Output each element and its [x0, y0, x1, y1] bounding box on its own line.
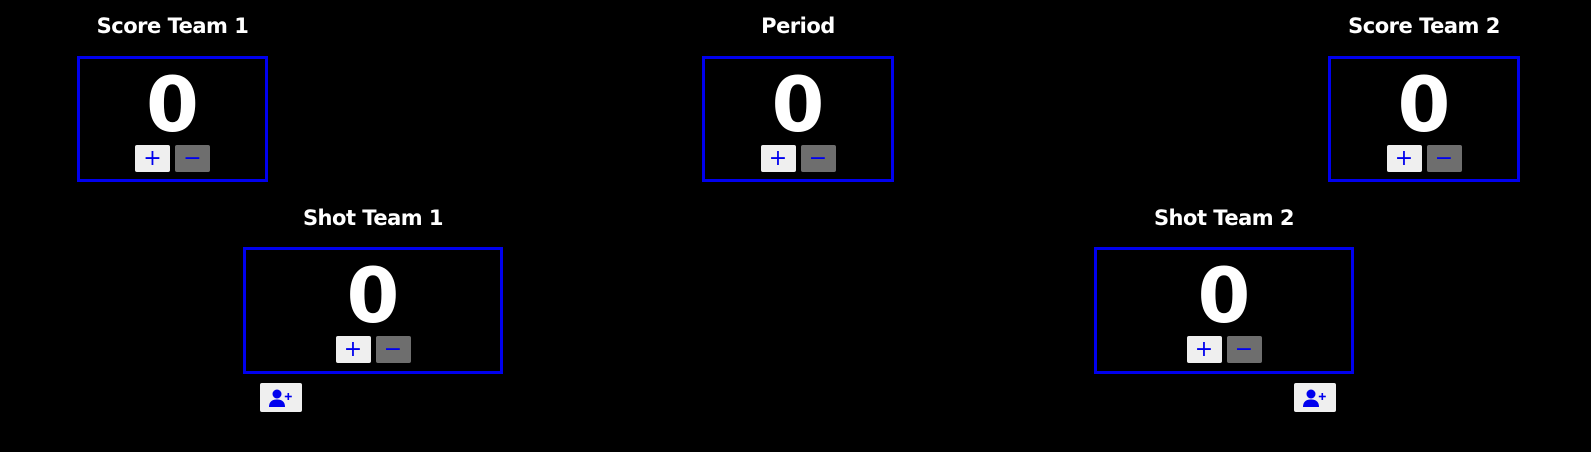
score-team-1-decrement-button[interactable]: −: [175, 145, 210, 172]
shot-team-2-value: 0: [1197, 251, 1251, 340]
shot-team-1-counter: 0 + −: [243, 247, 503, 374]
period-title: Period: [761, 14, 835, 38]
shot-team-2-add-player-button[interactable]: [1294, 383, 1336, 412]
shot-team-2-decrement-button[interactable]: −: [1226, 336, 1262, 363]
shot-team-1-buttons: + −: [246, 336, 500, 363]
score-team-1-buttons: + −: [80, 145, 265, 172]
user-plus-icon: [1303, 389, 1326, 407]
score-team-2-panel: Score Team 2 0 + −: [1328, 14, 1520, 184]
period-panel: Period 0 + −: [702, 14, 894, 184]
shot-team-2-counter: 0 + −: [1094, 247, 1354, 374]
score-team-2-decrement-button[interactable]: −: [1426, 145, 1462, 172]
score-team-1-title: Score Team 1: [96, 14, 249, 38]
shot-team-1-add-player-button[interactable]: [260, 383, 302, 412]
period-buttons: + −: [705, 145, 891, 172]
period-value: 0: [771, 60, 825, 149]
score-team-1-panel: Score Team 1 0 + −: [77, 14, 268, 184]
score-team-2-increment-button[interactable]: +: [1386, 145, 1422, 172]
score-team-1-value: 0: [146, 60, 199, 149]
shot-team-2-panel: Shot Team 2 0 + −: [1094, 206, 1354, 376]
user-plus-icon: [269, 389, 292, 407]
score-team-1-counter: 0 + −: [77, 56, 268, 182]
shot-team-2-buttons: + −: [1097, 336, 1351, 363]
shot-team-1-title: Shot Team 1: [302, 206, 444, 230]
shot-team-1-panel: Shot Team 1 0 + −: [243, 206, 503, 376]
period-increment-button[interactable]: +: [760, 145, 796, 172]
shot-team-2-title: Shot Team 2: [1153, 206, 1295, 230]
score-team-2-counter: 0 + −: [1328, 56, 1520, 182]
score-team-2-title: Score Team 2: [1348, 14, 1500, 38]
shot-team-1-decrement-button[interactable]: −: [375, 336, 411, 363]
score-team-1-increment-button[interactable]: +: [135, 145, 170, 172]
score-team-2-buttons: + −: [1331, 145, 1517, 172]
period-decrement-button[interactable]: −: [800, 145, 836, 172]
shot-team-1-value: 0: [346, 251, 400, 340]
score-team-2-value: 0: [1397, 60, 1451, 149]
shot-team-2-increment-button[interactable]: +: [1186, 336, 1222, 363]
period-counter: 0 + −: [702, 56, 894, 182]
shot-team-1-increment-button[interactable]: +: [335, 336, 371, 363]
